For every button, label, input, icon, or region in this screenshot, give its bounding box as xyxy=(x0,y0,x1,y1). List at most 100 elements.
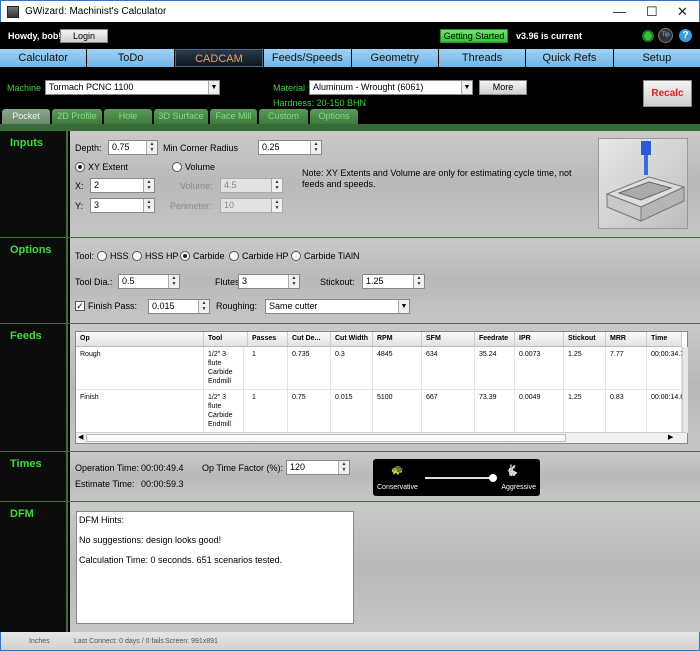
machine-label: Machine xyxy=(7,83,42,93)
nav-geometry[interactable]: Geometry xyxy=(351,49,438,67)
tool-dia-input[interactable]: 0.5 ▲ ▼ xyxy=(118,274,180,289)
carbide-hp-radio[interactable] xyxy=(229,251,239,261)
spinner-icon[interactable]: ▲ ▼ xyxy=(198,300,209,313)
slider-handle[interactable] xyxy=(489,474,497,482)
scroll-left-icon[interactable]: ◀ xyxy=(78,433,83,441)
tool-label: Tool: xyxy=(75,251,95,261)
perimeter-input[interactable]: 10 ▲ ▼ xyxy=(220,198,283,213)
spinner-icon[interactable]: ▲ ▼ xyxy=(413,275,424,288)
scrollbar-thumb[interactable] xyxy=(86,434,566,442)
table-cell: 0.735 xyxy=(288,347,331,390)
update-icon[interactable] xyxy=(642,30,654,42)
xy-extent-radio[interactable] xyxy=(75,162,85,172)
spinner-icon[interactable]: ▲ ▼ xyxy=(143,179,154,192)
nav-cadcam[interactable]: CADCAM xyxy=(174,49,264,67)
operation-time-label: Operation Time: xyxy=(75,463,140,473)
column-header[interactable]: Tool xyxy=(204,332,248,347)
subtab-3d-surface[interactable]: 3D Surface xyxy=(154,109,208,124)
table-cell: 1.25 xyxy=(564,390,606,433)
window-title: GWizard: Machinist's Calculator xyxy=(25,6,167,17)
maximize-button[interactable]: ☐ xyxy=(646,4,658,20)
hss-radio[interactable] xyxy=(97,251,107,261)
column-header[interactable]: Stickout xyxy=(564,332,606,347)
subtab-options[interactable]: Options xyxy=(310,109,358,124)
y-value: 3 xyxy=(94,200,100,210)
machine-select[interactable]: Tormach PCNC 1100 ▼ xyxy=(45,80,220,95)
hss-hp-radio[interactable] xyxy=(132,251,142,261)
spinner-icon[interactable]: ▲ ▼ xyxy=(168,275,179,288)
vertical-scrollbar[interactable] xyxy=(682,347,688,433)
roughing-select[interactable]: Same cutter ▼ xyxy=(265,299,410,314)
column-header[interactable]: SFM xyxy=(422,332,475,347)
dfm-hints-title: DFM Hints: xyxy=(79,515,124,525)
flutes-input[interactable]: 3 ▲ ▼ xyxy=(238,274,300,289)
nav-quick-refs[interactable]: Quick Refs xyxy=(526,49,613,67)
depth-value: 0.75 xyxy=(112,142,130,152)
x-value: 2 xyxy=(94,180,100,190)
table-cell: 1/2" 3 flute Carbide Endmill xyxy=(204,390,244,433)
depth-input[interactable]: 0.75 ▲ ▼ xyxy=(108,140,158,155)
more-button[interactable]: More xyxy=(479,80,527,95)
tool-dia-value: 0.5 xyxy=(122,276,135,286)
subtab-2d-profile[interactable]: 2D Profile xyxy=(52,109,102,124)
finish-pass-input[interactable]: 0.015 ▲ ▼ xyxy=(148,299,210,314)
column-header[interactable]: Op xyxy=(76,332,204,347)
column-header[interactable]: IPR xyxy=(515,332,564,347)
subtab-custom[interactable]: Custom xyxy=(259,109,308,124)
title-bar: GWizard: Machinist's Calculator — ☐ ✕ xyxy=(0,0,700,22)
carbide-tialn-radio[interactable] xyxy=(291,251,301,261)
nav-feeds-speeds[interactable]: Feeds/Speeds xyxy=(264,49,351,67)
subtab-face-mill[interactable]: Face Mill xyxy=(210,109,257,124)
table-row[interactable]: Finish 1/2" 3 flute Carbide Endmill 1 0.75 0… xyxy=(76,390,684,433)
spinner-icon[interactable]: ▲ ▼ xyxy=(146,141,157,154)
tip-icon[interactable]: Tip xyxy=(658,28,673,43)
conservative-label: Conservative xyxy=(377,484,418,491)
column-header[interactable]: Cut De... xyxy=(288,332,331,347)
min-corner-radius-input[interactable]: 0.25 ▲ ▼ xyxy=(258,140,322,155)
spinner-icon[interactable]: ▲ ▼ xyxy=(271,179,282,192)
spinner-icon[interactable]: ▲ ▼ xyxy=(288,275,299,288)
column-header[interactable]: Time xyxy=(647,332,682,347)
material-select[interactable]: Aluminum - Wrought (6061) ▼ xyxy=(309,80,473,95)
close-button[interactable]: ✕ xyxy=(677,4,688,20)
scroll-right-icon[interactable]: ▶ xyxy=(668,433,673,441)
help-icon[interactable]: ? xyxy=(679,29,692,42)
y-input[interactable]: 3 ▲ ▼ xyxy=(90,198,155,213)
nav-threads[interactable]: Threads xyxy=(438,49,526,67)
getting-started-button[interactable]: Getting Started xyxy=(440,29,508,43)
spinner-icon[interactable]: ▲ ▼ xyxy=(310,141,321,154)
table-cell: 35.24 xyxy=(475,347,515,390)
nav-todo[interactable]: ToDo xyxy=(87,49,174,67)
nav-setup[interactable]: Setup xyxy=(613,49,700,67)
subtab-hole[interactable]: Hole xyxy=(104,109,152,124)
column-header[interactable]: Cut Width xyxy=(331,332,373,347)
column-header[interactable]: Feedrate xyxy=(475,332,515,347)
table-row[interactable]: Rough 1/2" 3 flute Carbide Endmill 1 0.735 0… xyxy=(76,347,684,390)
spinner-icon[interactable]: ▲ ▼ xyxy=(338,461,349,474)
spinner-icon[interactable]: ▲ ▼ xyxy=(271,199,282,212)
spinner-icon[interactable]: ▲ ▼ xyxy=(143,199,154,212)
pocket-illustration xyxy=(598,138,688,229)
aggressiveness-slider[interactable]: 🐢 🐇 Conservative Aggressive xyxy=(373,459,540,496)
subtab-pocket[interactable]: Pocket xyxy=(2,109,50,124)
nav-calculator[interactable]: Calculator xyxy=(0,49,87,67)
finish-pass-checkbox[interactable]: ✓ xyxy=(75,301,85,311)
carbide-radio[interactable] xyxy=(180,251,190,261)
column-header[interactable]: Passes xyxy=(248,332,288,347)
minimize-button[interactable]: — xyxy=(613,4,626,19)
column-header[interactable]: RPM xyxy=(373,332,422,347)
column-header[interactable]: MRR xyxy=(606,332,647,347)
horizontal-scrollbar[interactable]: ◀ ▶ xyxy=(76,432,687,443)
op-time-factor-input[interactable]: 120 ▲ ▼ xyxy=(286,460,350,475)
recalc-button[interactable]: Recalc xyxy=(643,80,692,107)
table-cell: 0.83 xyxy=(606,390,647,433)
volume-radio[interactable] xyxy=(172,162,182,172)
dfm-hints-box[interactable]: DFM Hints: No suggestions: design looks … xyxy=(76,511,354,624)
volume-input[interactable]: 4.5 ▲ ▼ xyxy=(220,178,283,193)
mcr-value: 0.25 xyxy=(262,142,280,152)
roughing-label: Roughing: xyxy=(216,301,258,311)
x-input[interactable]: 2 ▲ ▼ xyxy=(90,178,155,193)
stickout-input[interactable]: 1.25 ▲ ▼ xyxy=(362,274,425,289)
login-button[interactable]: Login xyxy=(60,29,108,43)
table-cell: 1 xyxy=(248,347,288,390)
